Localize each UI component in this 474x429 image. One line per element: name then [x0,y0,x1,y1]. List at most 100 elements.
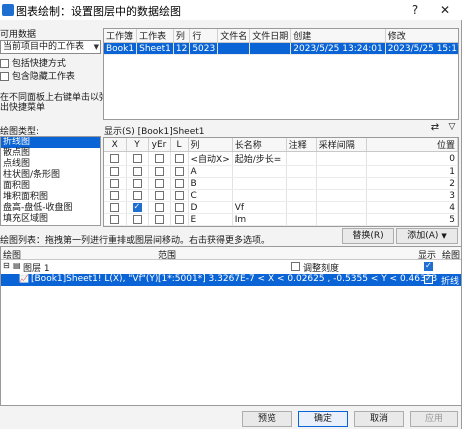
yer-checkbox[interactable] [154,190,164,200]
col-header-x[interactable]: X [104,138,127,152]
x-checkbox[interactable] [110,178,120,188]
workbook-table: 工作簿 工作表 列 行 文件名 文件日期 创建 修改 Book1 Sheet1 … [103,28,459,120]
plot-show-checkbox[interactable] [424,274,433,285]
col-header-sheet[interactable]: 工作表 [136,29,174,43]
col-header-l[interactable]: L [170,138,189,152]
y-checkbox[interactable] [132,190,142,200]
include-hidden-label: 包含隐藏工作表 [11,72,75,82]
plot-type-item[interactable]: 盘高-盘低-收盘图 [1,203,100,214]
y-checkbox[interactable] [132,153,142,163]
include-shortcuts-option[interactable]: 包括快捷方式 [0,56,66,69]
cell-filedate [249,42,292,55]
ok-button[interactable]: 确定 [298,411,348,427]
col-header-modified[interactable]: 修改 [385,29,458,43]
close-button[interactable]: ✕ [432,1,458,19]
col-header-book[interactable]: 工作簿 [104,29,138,43]
yer-checkbox[interactable] [154,153,164,163]
add-button[interactable]: 添加(A) ▼ [396,228,458,244]
replace-button[interactable]: 替换(R) [342,228,394,244]
y-checkbox[interactable] [132,214,142,224]
table-row[interactable]: A 1 [104,165,458,178]
x-checkbox[interactable] [110,166,120,176]
plot-type-item[interactable]: 点线图 [1,159,100,170]
header-plot-type[interactable]: 绘图 [442,248,460,261]
table-row[interactable]: E Im 5 [104,213,458,226]
apply-button[interactable]: 应用 [410,411,458,427]
help-button[interactable]: ? [402,1,428,19]
add-button-label: 添加(A) [407,231,439,241]
plot-list-table: 绘图 范围 显示 绘图 ⊟ ▤ 图层 1 调整刻度 📈 [Book1]Sheet… [0,246,462,406]
line-plot-icon: 📈 [19,274,29,283]
l-checkbox[interactable] [174,178,184,188]
cell-longname [232,177,287,190]
yer-checkbox[interactable] [154,178,164,188]
col-header-column[interactable]: 列 [188,138,233,152]
col-header-rows[interactable]: 行 [189,29,219,43]
cancel-button[interactable]: 取消 [354,411,404,427]
l-checkbox[interactable] [174,153,184,163]
cell-position: 0 [366,151,458,166]
data-source-select[interactable]: 当前项目中的工作表 ▼ [0,40,101,54]
include-shortcuts-checkbox[interactable] [0,59,9,68]
x-checkbox[interactable] [110,190,120,200]
col-header-comment[interactable]: 注释 [286,138,317,152]
header-plot[interactable]: 绘图 [3,248,21,261]
cell-longname [232,165,287,178]
table-row[interactable]: D Vf 4 [104,201,458,214]
layer-row[interactable]: ⊟ ▤ 图层 1 调整刻度 [1,261,461,274]
plot-type-item[interactable]: 柱状图/条形图 [1,170,100,181]
y-checkbox[interactable] [132,202,142,212]
header-show[interactable]: 显示 [418,248,436,261]
x-checkbox[interactable] [110,214,120,224]
x-checkbox[interactable] [110,153,120,163]
cell-column: A [188,165,233,178]
swap-icon[interactable]: ⇄ [428,122,442,135]
col-header-yer[interactable]: yEr [148,138,171,152]
plot-row[interactable]: 📈 [Book1]Sheet1! L(X), "Vf"(Y) [1*:5001*… [1,274,461,287]
data-source-value: 当前项目中的工作表 [3,42,85,52]
cell-filename [217,42,251,55]
plot-type-item[interactable]: 散点图 [1,148,100,159]
table-row[interactable]: C 3 [104,189,458,202]
yer-checkbox[interactable] [154,202,164,212]
plot-type-item[interactable]: 填充区域图 [1,214,100,225]
yer-checkbox[interactable] [154,166,164,176]
rescale-checkbox[interactable] [291,262,300,272]
table-row[interactable]: <自动X> 起始/步长= 0 [104,151,458,166]
col-header-position[interactable]: 位置 [366,138,458,152]
col-header-filename[interactable]: 文件名 [217,29,251,43]
l-checkbox[interactable] [174,166,184,176]
include-hidden-checkbox[interactable] [0,72,9,81]
table-row[interactable]: Book1 Sheet1 12 5023 2023/5/25 13:24:01 … [104,42,458,55]
filter-icon[interactable]: ▽ [446,122,458,135]
col-header-filedate[interactable]: 文件日期 [249,29,292,43]
col-header-cols[interactable]: 列 [173,29,191,43]
hint-text-line-2: 出快捷菜单 [0,103,46,113]
l-checkbox[interactable] [174,214,184,224]
col-header-y[interactable]: Y [126,138,149,152]
include-hidden-option[interactable]: 包含隐藏工作表 [0,69,75,82]
chevron-down-icon: ▼ [441,232,447,240]
apply-button-label: 应用 [424,414,443,424]
cell-comment [286,213,317,226]
plot-type-item[interactable]: 面积图 [1,181,100,192]
plot-type-item[interactable]: 折线图 [1,137,100,148]
l-checkbox[interactable] [174,190,184,200]
layer-show-checkbox[interactable] [424,261,433,272]
preview-button[interactable]: 预览 [242,411,292,427]
y-checkbox[interactable] [132,166,142,176]
expand-icon[interactable]: ⊟ [3,261,10,270]
yer-checkbox[interactable] [154,214,164,224]
cell-sampling [316,201,367,214]
col-header-sampling[interactable]: 采样间隔 [316,138,367,152]
l-checkbox[interactable] [174,202,184,212]
table-row[interactable]: B 2 [104,177,458,190]
plot-type-item[interactable]: 堆积面积图 [1,192,100,203]
header-range[interactable]: 范围 [158,248,176,261]
y-checkbox[interactable] [132,178,142,188]
col-header-longname[interactable]: 长名称 [232,138,287,152]
columns-table: X Y yEr L 列 长名称 注释 采样间隔 位置 <自动X> 起始/步长= … [103,137,459,227]
plot-list-header: 绘图 范围 显示 绘图 [1,247,461,261]
col-header-created[interactable]: 创建 [290,29,386,43]
x-checkbox[interactable] [110,202,120,212]
